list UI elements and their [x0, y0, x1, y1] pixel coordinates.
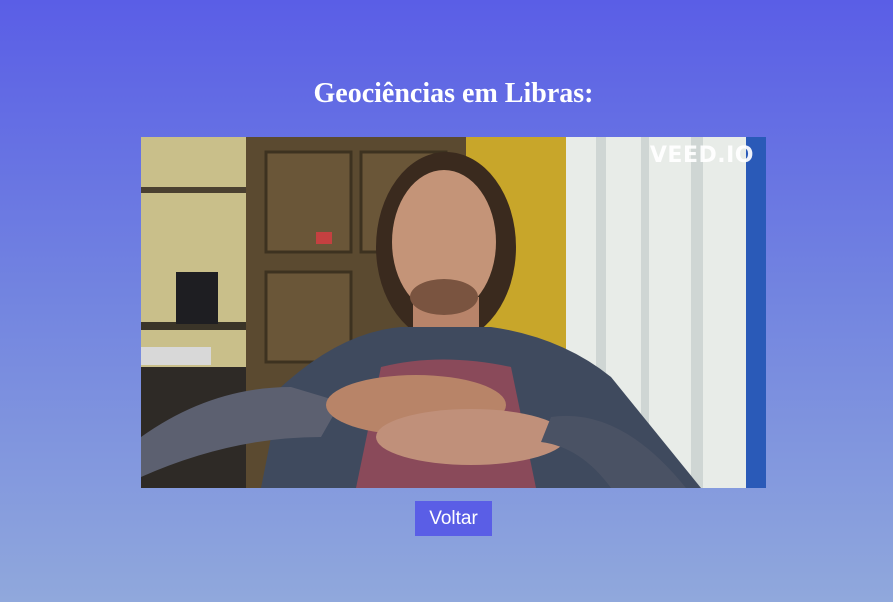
- video-player[interactable]: VEED.IO: [141, 137, 766, 488]
- back-button[interactable]: Voltar: [415, 501, 492, 536]
- video-watermark: VEED.IO: [649, 143, 754, 168]
- page-title: Geociências em Libras:: [313, 78, 594, 109]
- video-frame: [141, 137, 766, 488]
